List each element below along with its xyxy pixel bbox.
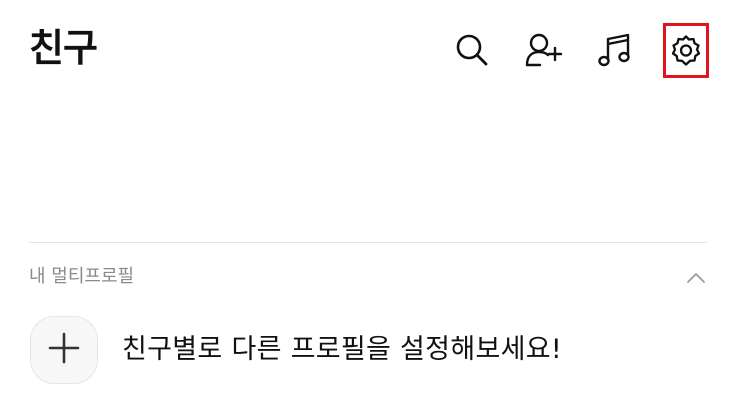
search-icon <box>455 33 489 67</box>
collapse-section-button[interactable] <box>684 268 708 288</box>
section-label-multi-profile: 내 멀티프로필 <box>29 266 135 287</box>
settings-button[interactable] <box>663 23 709 78</box>
add-friend-icon <box>524 32 564 68</box>
search-button[interactable] <box>450 26 494 74</box>
music-note-icon <box>597 32 633 68</box>
add-multi-profile-button[interactable] <box>30 316 98 384</box>
music-button[interactable] <box>593 26 637 74</box>
header: 친구 <box>0 0 735 100</box>
add-friend-button[interactable] <box>522 26 566 74</box>
add-multi-profile-prompt[interactable]: 친구별로 다른 프로필을 설정해보세요! <box>122 332 562 368</box>
plus-icon <box>47 331 81 369</box>
chevron-up-icon <box>686 269 706 288</box>
section-divider <box>29 242 707 243</box>
page-title: 친구 <box>29 26 98 70</box>
gear-icon <box>668 33 704 69</box>
